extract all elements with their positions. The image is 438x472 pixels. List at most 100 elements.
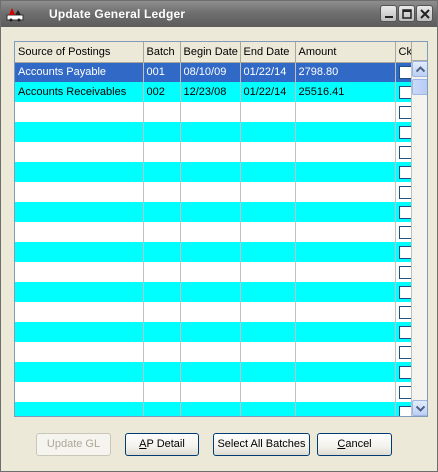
empty-cell[interactable] (143, 142, 181, 162)
empty-cell[interactable] (15, 342, 144, 362)
table-row[interactable]: Accounts Receivables 002 12/23/08 01/22/14 2… (15, 82, 412, 102)
empty-cell[interactable] (295, 282, 396, 302)
empty-cell[interactable] (180, 402, 241, 416)
empty-cell[interactable] (180, 222, 241, 242)
cell-check[interactable] (395, 122, 412, 142)
table-row[interactable] (15, 202, 412, 222)
row-checkbox[interactable] (398, 166, 410, 179)
cell-check[interactable] (395, 62, 412, 82)
table-row[interactable] (15, 302, 412, 322)
row-checkbox[interactable] (398, 126, 410, 139)
cell-check[interactable] (395, 402, 412, 416)
table-row[interactable] (15, 262, 412, 282)
table-row[interactable] (15, 242, 412, 262)
title-bar[interactable]: Update General Ledger (1, 1, 437, 27)
empty-cell[interactable] (180, 102, 241, 122)
postings-grid[interactable]: Source of Postings Batch Begin Date End … (14, 41, 428, 417)
empty-cell[interactable] (240, 122, 296, 142)
table-row[interactable] (15, 122, 412, 142)
row-checkbox[interactable] (398, 266, 410, 279)
cell-check[interactable] (395, 102, 412, 122)
table-row[interactable]: Accounts Payable 001 08/10/09 01/22/14 2798.… (15, 62, 412, 82)
cell-check[interactable] (395, 142, 412, 162)
empty-cell[interactable] (143, 162, 181, 182)
empty-cell[interactable] (143, 222, 181, 242)
empty-cell[interactable] (15, 262, 144, 282)
cell-source[interactable]: Accounts Payable (15, 62, 144, 82)
empty-cell[interactable] (240, 242, 296, 262)
empty-cell[interactable] (295, 242, 396, 262)
empty-cell[interactable] (240, 202, 296, 222)
empty-cell[interactable] (295, 122, 396, 142)
empty-cell[interactable] (15, 382, 144, 402)
empty-cell[interactable] (143, 362, 181, 382)
row-checkbox[interactable] (398, 86, 410, 99)
col-header-end-date[interactable]: End Date (240, 42, 296, 63)
empty-cell[interactable] (240, 362, 296, 382)
empty-cell[interactable] (295, 302, 396, 322)
empty-cell[interactable] (240, 222, 296, 242)
empty-cell[interactable] (180, 242, 241, 262)
cancel-button[interactable]: Cancel (317, 433, 392, 456)
table-row[interactable] (15, 342, 412, 362)
cell-amount[interactable]: 2798.80 (295, 62, 396, 82)
select-all-batches-button[interactable]: Select All Batches (213, 433, 310, 456)
cell-begin-date[interactable]: 08/10/09 (180, 62, 241, 82)
row-checkbox[interactable] (398, 306, 410, 319)
cell-check[interactable] (395, 162, 412, 182)
empty-cell[interactable] (180, 342, 241, 362)
cell-batch[interactable]: 001 (143, 62, 181, 82)
empty-cell[interactable] (143, 102, 181, 122)
empty-cell[interactable] (143, 202, 181, 222)
empty-cell[interactable] (143, 322, 181, 342)
table-row[interactable] (15, 382, 412, 402)
row-checkbox[interactable] (398, 106, 410, 119)
empty-cell[interactable] (240, 322, 296, 342)
col-header-source[interactable]: Source of Postings (15, 42, 144, 63)
empty-cell[interactable] (240, 162, 296, 182)
empty-cell[interactable] (180, 262, 241, 282)
scroll-down-icon[interactable] (412, 400, 427, 416)
empty-cell[interactable] (295, 142, 396, 162)
cell-check[interactable] (395, 242, 412, 262)
update-gl-button[interactable]: Update GL (36, 433, 111, 456)
minimize-icon[interactable] (380, 5, 397, 22)
empty-cell[interactable] (143, 242, 181, 262)
empty-cell[interactable] (15, 142, 144, 162)
empty-cell[interactable] (180, 122, 241, 142)
table-row[interactable] (15, 402, 412, 416)
table-row[interactable] (15, 162, 412, 182)
empty-cell[interactable] (240, 102, 296, 122)
table-row[interactable] (15, 322, 412, 342)
cell-check[interactable] (395, 302, 412, 322)
cell-check[interactable] (395, 382, 412, 402)
empty-cell[interactable] (15, 122, 144, 142)
empty-cell[interactable] (15, 102, 144, 122)
empty-cell[interactable] (15, 402, 144, 416)
empty-cell[interactable] (180, 382, 241, 402)
empty-cell[interactable] (143, 402, 181, 416)
cell-check[interactable] (395, 202, 412, 222)
row-checkbox[interactable] (398, 386, 410, 399)
row-checkbox[interactable] (398, 326, 410, 339)
empty-cell[interactable] (240, 302, 296, 322)
empty-cell[interactable] (295, 222, 396, 242)
empty-cell[interactable] (143, 382, 181, 402)
scroll-thumb[interactable] (412, 79, 427, 95)
cell-batch[interactable]: 002 (143, 82, 181, 102)
row-checkbox[interactable] (398, 406, 410, 416)
cell-amount[interactable]: 25516.41 (295, 82, 396, 102)
row-checkbox[interactable] (398, 206, 410, 219)
cell-check[interactable] (395, 182, 412, 202)
cell-end-date[interactable]: 01/22/14 (240, 82, 296, 102)
table-row[interactable] (15, 182, 412, 202)
row-checkbox[interactable] (398, 186, 410, 199)
row-checkbox[interactable] (398, 366, 410, 379)
empty-cell[interactable] (15, 322, 144, 342)
row-checkbox[interactable] (398, 246, 410, 259)
cell-check[interactable] (395, 282, 412, 302)
empty-cell[interactable] (15, 162, 144, 182)
empty-cell[interactable] (295, 182, 396, 202)
empty-cell[interactable] (240, 402, 296, 416)
empty-cell[interactable] (180, 162, 241, 182)
